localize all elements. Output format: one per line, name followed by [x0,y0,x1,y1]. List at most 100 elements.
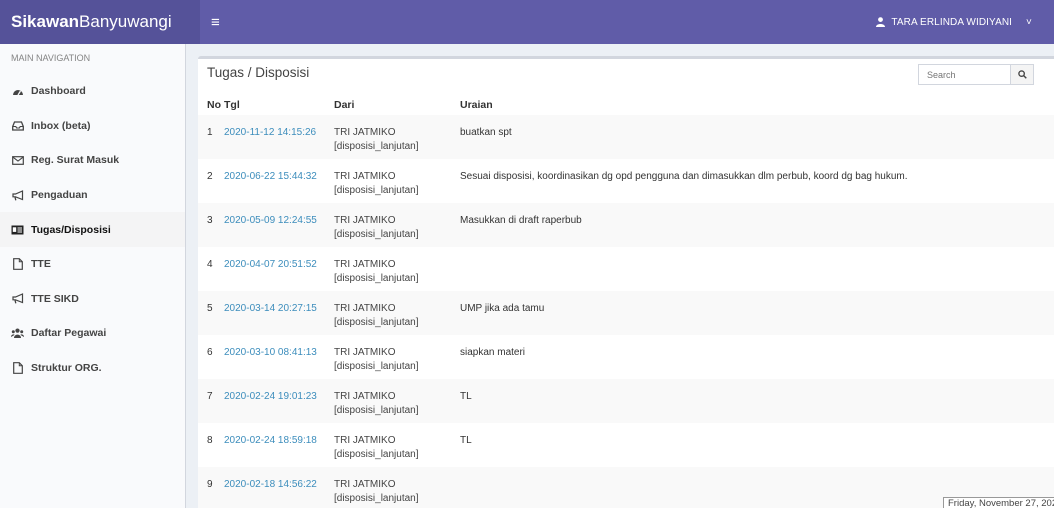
sender-name: TRI JATMIKO [334,259,396,270]
envelope-icon [11,154,24,167]
bullhorn-icon [11,189,24,202]
date-cell: 2020-02-18 14:56:22 [224,467,334,508]
sidebar-item-label: Dashboard [31,85,86,98]
sidebar-header: MAIN NAVIGATION [11,53,91,63]
sender-cell: TRI JATMIKO [disposisi_lanjutan] [334,203,460,247]
description-cell: Masukkan di draft raperbub [460,203,1054,247]
table-row: 3 2020-05-09 12:24:55 TRI JATMIKO [disposis… [198,203,1054,247]
sender-type: [disposisi_lanjutan] [334,493,419,504]
table-row: 5 2020-03-14 20:27:15 TRI JATMIKO [disposis… [198,291,1054,335]
sender-name: TRI JATMIKO [334,391,396,402]
sender-cell: TRI JATMIKO [disposisi_lanjutan] [334,335,460,379]
dashboard-icon [11,85,24,98]
date-link[interactable]: 2020-06-22 15:44:32 [224,171,317,182]
sender-cell: TRI JATMIKO [disposisi_lanjutan] [334,467,460,508]
description-cell [460,247,1054,291]
column-header-no[interactable]: No [198,94,224,115]
description-cell: siapkan materi [460,347,526,358]
sidebar-item-tte-sikd[interactable]: TTE SIKD [0,282,185,317]
sender-type: [disposisi_lanjutan] [334,229,419,240]
logo-text: Banyuwangi [79,12,172,31]
sidebar-item-struktur-org[interactable]: Struktur ORG. [0,351,185,386]
table-row: 8 2020-02-24 18:59:18 TRI JATMIKO [disposis… [198,423,1054,467]
sender-name: TRI JATMIKO [334,303,396,314]
date-tooltip: Friday, November 27, 2020 [943,497,1054,508]
main-content: Tugas / Disposisi No Tgl Dari Uraian 120… [186,44,1054,508]
sidebar-toggle-icon[interactable]: ≡ [211,15,220,30]
sidebar-item-label: Pengaduan [31,189,88,202]
row-number: 8 [207,435,213,446]
sidebar-item-inbox-beta[interactable]: Inbox (beta) [0,109,185,144]
sender-cell: TRI JATMIKO [disposisi_lanjutan] [334,159,460,203]
sidebar-item-label: TTE [31,258,51,271]
description-cell: buatkan spt [460,115,1054,159]
date-link[interactable]: 2020-02-24 19:01:23 [224,391,317,402]
description-cell: TL [460,435,472,446]
sidebar-item-label: TTE SIKD [31,292,79,305]
id-card-icon [11,223,24,236]
description-cell: TL [460,379,1054,423]
row-number: 6 [207,347,213,358]
user-menu[interactable]: TARA ERLINDA WIDIYANI ˅ [876,17,1032,28]
row-number: 5 [198,291,224,335]
sender-type: [disposisi_lanjutan] [334,405,419,416]
sidebar-item-pengaduan[interactable]: Pengaduan [0,178,185,213]
sender-cell: TRI JATMIKO [disposisi_lanjutan] [334,115,460,159]
sender-name: TRI JATMIKO [334,435,396,446]
sidebar-item-daftar-pegawai[interactable]: Daftar Pegawai [0,316,185,351]
page-title: Tugas / Disposisi [207,65,310,80]
column-header-tgl[interactable]: Tgl [224,94,334,115]
table-row: 9 2020-02-18 14:56:22 TRI JATMIKO [disposis… [198,467,1054,508]
app-logo[interactable]: Sikawan Banyuwangi [0,0,200,44]
sidebar-item-label: Daftar Pegawai [31,327,107,340]
sidebar-item-label: Struktur ORG. [31,362,102,375]
search-input[interactable] [918,64,1010,85]
sidebar-menu: Dashboard Inbox (beta) Reg. Surat Masuk Pen… [0,74,185,385]
sender-name: TRI JATMIKO [334,171,396,182]
table-row: 4 2020-04-07 20:51:52 TRI JATMIKO [disposis… [198,247,1054,291]
search-button[interactable] [1010,64,1034,85]
date-link[interactable]: 2020-04-07 20:51:52 [224,259,317,270]
date-cell: 2020-02-24 18:59:18 [224,423,334,467]
sidebar-item-dashboard[interactable]: Dashboard [0,74,185,109]
row-number: 2 [207,171,213,182]
table-row: 2 2020-06-22 15:44:32 TRI JATMIKO [disposis… [198,159,1054,203]
date-cell: 2020-02-24 19:01:23 [224,379,334,423]
sidebar-item-tugas-disposisi[interactable]: Tugas/Disposisi [0,212,185,247]
sender-type: [disposisi_lanjutan] [334,141,419,152]
top-header: Sikawan Banyuwangi ≡ TARA ERLINDA WIDIYAN… [0,0,1054,44]
file-icon [11,258,24,271]
file-icon [11,362,24,375]
navbar: ≡ TARA ERLINDA WIDIYANI ˅ [200,0,1054,44]
search-icon [1017,70,1027,79]
date-link[interactable]: 2020-03-14 20:27:15 [224,303,317,314]
date-cell: 2020-06-22 15:44:32 [224,159,334,203]
date-cell: 2020-11-12 14:15:26 [224,115,334,159]
sidebar-item-tte[interactable]: TTE [0,247,185,282]
sidebar-item-label: Inbox (beta) [31,119,91,132]
sender-type: [disposisi_lanjutan] [334,273,419,284]
sidebar-item-reg-surat-masuk[interactable]: Reg. Surat Masuk [0,143,185,178]
sender-type: [disposisi_lanjutan] [334,185,419,196]
sidebar-item-label: Reg. Surat Masuk [31,154,120,167]
row-number: 7 [198,379,224,423]
user-icon [876,17,886,27]
row-number: 1 [198,115,224,159]
date-cell: 2020-05-09 12:24:55 [224,203,334,247]
row-number: 3 [198,203,224,247]
table-row: 7 2020-02-24 19:01:23 TRI JATMIKO [disposis… [198,379,1054,423]
date-link[interactable]: 2020-03-10 08:41:13 [224,347,317,358]
date-link[interactable]: 2020-02-18 14:56:22 [224,479,317,490]
sender-type: [disposisi_lanjutan] [334,317,419,328]
date-cell: 2020-04-07 20:51:52 [224,247,334,291]
column-header-dari[interactable]: Dari [334,94,460,115]
column-header-uraian[interactable]: Uraian [460,94,1054,115]
disposisi-table: No Tgl Dari Uraian 1 2020-11-12 14:15:26 T… [198,94,1054,508]
date-link[interactable]: 2020-11-12 14:15:26 [224,127,316,138]
date-link[interactable]: 2020-02-24 18:59:18 [224,435,317,446]
date-link[interactable]: 2020-05-09 12:24:55 [224,215,317,226]
search-group [918,64,1034,85]
row-number: 9 [198,467,224,508]
sidebar: MAIN NAVIGATION Dashboard Inbox (beta) Reg… [0,44,186,508]
date-cell: 2020-03-10 08:41:13 [224,335,334,379]
